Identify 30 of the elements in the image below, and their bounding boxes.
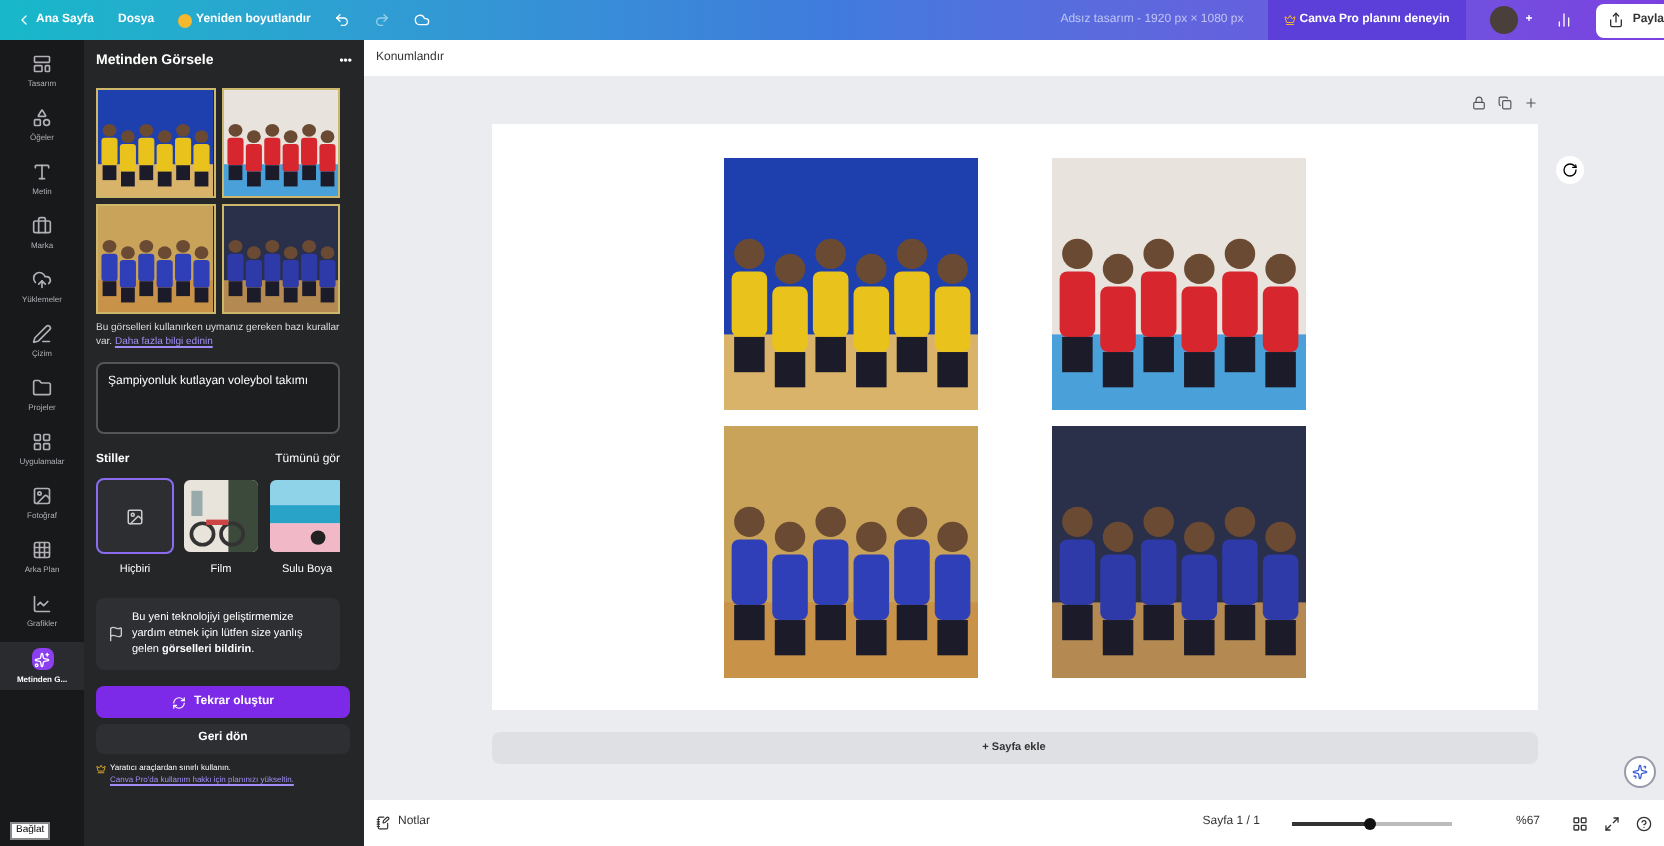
text-icon bbox=[32, 162, 52, 182]
layout-icon bbox=[32, 54, 52, 74]
assistant-icon[interactable] bbox=[1624, 756, 1656, 788]
folder-icon bbox=[32, 378, 52, 398]
notes-icon bbox=[376, 816, 390, 830]
pattern-icon bbox=[32, 540, 52, 560]
shapes-icon bbox=[32, 108, 52, 128]
refresh-icon bbox=[172, 695, 187, 710]
grid-view-icon[interactable] bbox=[1572, 815, 1588, 831]
back-icon bbox=[16, 12, 32, 28]
lock-icon[interactable] bbox=[1471, 96, 1485, 110]
help-icon[interactable] bbox=[1636, 815, 1652, 831]
duplicate-icon[interactable] bbox=[1497, 96, 1511, 110]
undo-icon[interactable] bbox=[334, 12, 351, 28]
chart-icon[interactable] bbox=[1556, 12, 1573, 28]
briefcase-icon bbox=[32, 216, 52, 236]
share-icon bbox=[1608, 12, 1625, 28]
refresh-icon[interactable] bbox=[1556, 156, 1584, 184]
upload-icon bbox=[32, 270, 52, 290]
apps-icon bbox=[32, 432, 52, 452]
design-page[interactable] bbox=[491, 124, 1537, 710]
fullscreen-icon[interactable] bbox=[1604, 815, 1620, 831]
image-icon bbox=[32, 486, 52, 506]
flag-icon bbox=[108, 626, 124, 643]
pen-icon bbox=[32, 324, 52, 344]
add-icon[interactable] bbox=[1523, 96, 1537, 110]
image-icon bbox=[126, 507, 144, 525]
cloud-icon[interactable] bbox=[414, 12, 431, 28]
chart-icon bbox=[32, 594, 52, 614]
sparkle-icon bbox=[31, 648, 53, 670]
